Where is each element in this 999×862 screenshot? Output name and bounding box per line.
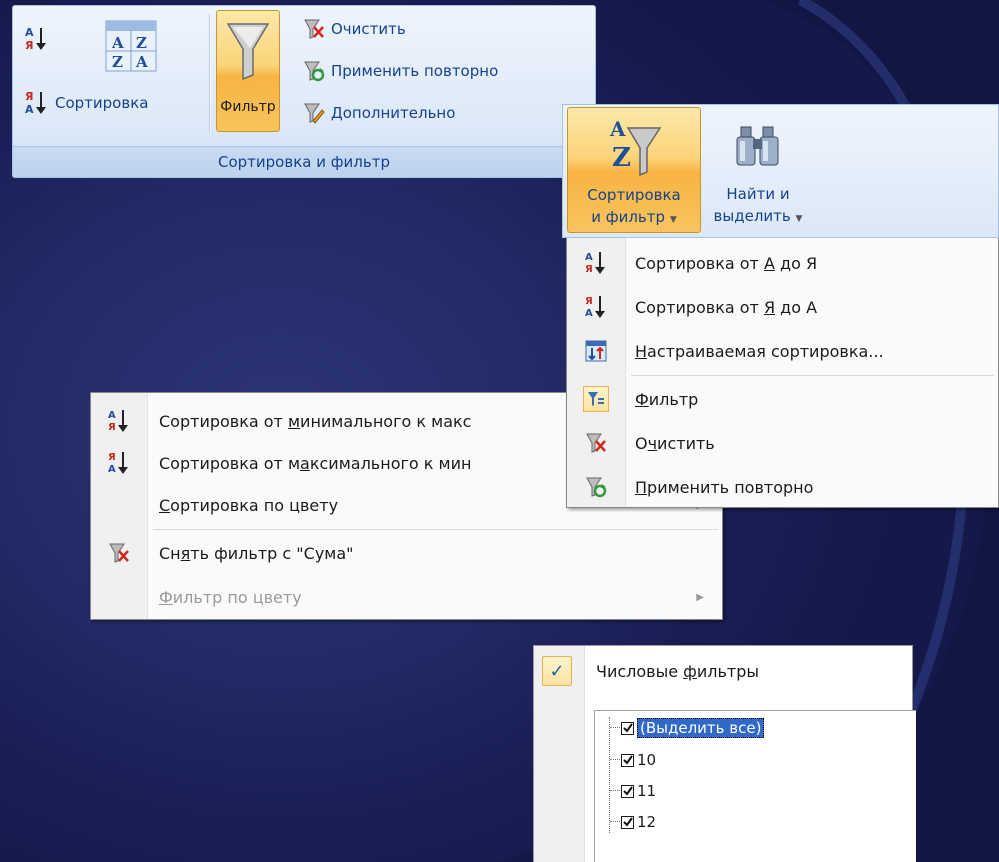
sort-button-label: Сортировка	[55, 94, 149, 112]
clear-button-label: Очистить	[331, 20, 406, 38]
svg-text:Я: Я	[25, 90, 33, 103]
checkbox[interactable]	[621, 753, 634, 767]
clear-button[interactable]: Очистить	[303, 18, 406, 40]
ribbon-group-label: Сортировка и фильтр	[13, 146, 595, 177]
sort-az-icon: A Я	[25, 26, 46, 52]
list-item-label: 10	[637, 751, 657, 769]
sort-az-icon: AЯ	[108, 410, 128, 433]
menu-item-sort-z-to-a[interactable]: ЯA Сортировка от Я до А	[567, 285, 998, 329]
list-item-label: 11	[637, 782, 657, 800]
find-and-select-button[interactable]: Найти и выделить ▼	[703, 107, 813, 233]
find-and-select-label-line1: Найти и	[726, 185, 790, 203]
checkbox[interactable]	[621, 721, 634, 735]
clear-filter-icon	[304, 19, 324, 39]
ribbon-editing-group: A Z Сортировка и фильтр ▼ Найти и выдели…	[562, 104, 999, 238]
sort-descending-button[interactable]: Я A Сортировка	[23, 88, 148, 118]
sort-za-icon: ЯA	[108, 452, 128, 475]
svg-text:Z: Z	[136, 34, 147, 52]
sort-az-grid-icon: A Z Z A	[105, 20, 157, 72]
filter-button-label: Фильтр	[220, 99, 276, 115]
sort-and-filter-button[interactable]: A Z Сортировка и фильтр ▼	[567, 107, 701, 233]
submenu-arrow-icon: ▶	[696, 591, 704, 603]
menu-item-filter[interactable]: Фильтр	[567, 377, 998, 421]
svg-text:A: A	[25, 26, 34, 39]
svg-text:Я: Я	[585, 296, 593, 307]
svg-text:A: A	[585, 252, 593, 263]
advanced-button[interactable]: Дополнительно	[303, 102, 455, 124]
list-item[interactable]: (Выделить все)	[621, 716, 765, 740]
svg-text:A: A	[25, 103, 34, 116]
select-all-label: (Выделить все)	[637, 718, 765, 738]
find-and-select-label-line2: выделить	[713, 207, 791, 225]
ribbon-sort-filter-group: A Я Я A Сортировка A Z Z A Фильтр Очисти…	[12, 5, 596, 178]
list-item[interactable]: 12	[621, 810, 656, 834]
sort-ascending-button[interactable]: A Я	[23, 24, 49, 58]
sort-filter-dropdown-menu: AЯ Сортировка от А до Я ЯA Сортировка от…	[566, 236, 999, 508]
menu-item-custom-sort[interactable]: Настраиваемая сортировка...	[567, 329, 998, 373]
reapply-button[interactable]: Применить повторно	[303, 60, 498, 82]
sort-az-icon: AЯ	[585, 252, 605, 275]
clear-filter-icon	[586, 433, 606, 453]
advanced-button-label: Дополнительно	[331, 104, 456, 122]
sort-and-filter-label-line1: Сортировка	[587, 186, 681, 204]
svg-text:A: A	[108, 410, 116, 421]
menu-item-clear[interactable]: Очистить	[567, 421, 998, 465]
svg-text:A: A	[111, 34, 124, 52]
menu-item-sort-a-to-z[interactable]: AЯ Сортировка от А до Я	[567, 241, 998, 285]
reapply-filter-icon	[304, 61, 325, 82]
chevron-down-icon: ▼	[669, 215, 677, 225]
svg-text:A: A	[609, 117, 626, 141]
list-item[interactable]: 11	[621, 779, 656, 803]
svg-text:Я: Я	[585, 264, 593, 275]
reapply-button-label: Применить повторно	[331, 62, 499, 80]
svg-text:Я: Я	[108, 422, 116, 433]
menu-item-reapply[interactable]: Применить повторно	[567, 465, 998, 509]
sort-za-icon: ЯA	[585, 296, 605, 319]
sort-and-filter-label-line2: и фильтр	[591, 208, 666, 226]
checkbox[interactable]	[621, 815, 634, 829]
checkbox[interactable]	[621, 784, 634, 798]
clear-filter-icon	[109, 543, 129, 563]
filter-toggle-icon	[583, 386, 609, 412]
funnel-icon	[226, 23, 270, 81]
svg-text:Z: Z	[112, 53, 123, 71]
svg-text:Я: Я	[25, 39, 33, 52]
svg-text:Я: Я	[108, 452, 116, 463]
advanced-filter-icon	[304, 103, 325, 124]
svg-text:A: A	[585, 308, 593, 319]
number-filter-panel: ✓ Числовые фильтры (Выделить все) 10 11 …	[533, 645, 916, 862]
filter-button[interactable]: Фильтр	[216, 10, 280, 132]
numeric-filters-menu-item[interactable]: Числовые фильтры	[596, 662, 759, 681]
reapply-filter-icon	[586, 477, 607, 498]
svg-text:A: A	[108, 464, 116, 475]
chevron-down-icon: ▼	[795, 214, 803, 224]
list-item[interactable]: 10	[621, 748, 656, 772]
sort-dialog-button[interactable]: A Z Z A	[105, 20, 157, 76]
sort-za-icon: Я A	[25, 90, 46, 116]
custom-sort-icon	[585, 340, 607, 362]
list-item-label: 12	[637, 813, 657, 831]
menu-item-clear-filter-suma[interactable]: Снять фильтр с "Сума"	[91, 531, 722, 575]
svg-text:A: A	[135, 53, 148, 71]
value-list: (Выделить все) 10 11 12	[594, 710, 916, 862]
menu-item-filter-by-color: Фильтр по цвету ▶	[159, 587, 704, 607]
svg-text:Z: Z	[612, 143, 631, 173]
binoculars-icon	[736, 126, 779, 166]
checkmark-icon: ✓	[542, 656, 572, 686]
sort-filter-icon: A Z	[609, 117, 662, 177]
